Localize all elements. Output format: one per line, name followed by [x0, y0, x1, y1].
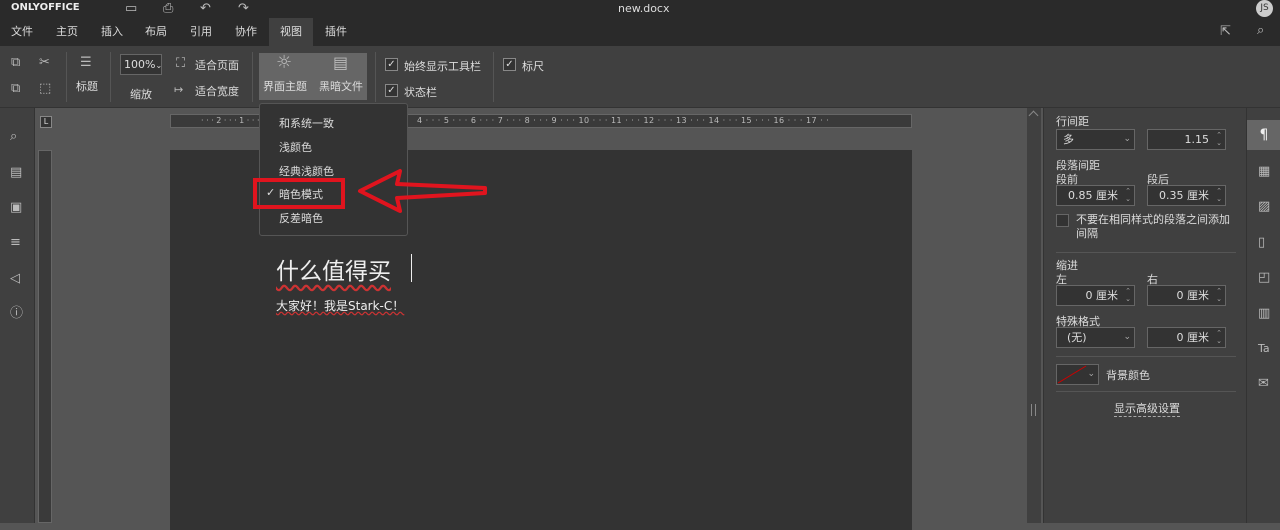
- ruler-label: 标尺: [522, 60, 544, 73]
- toolbar: ⧉ ✂ ⧉ ⬚ ☰ 标题 100%⌄ 缩放 ⛶ 适合页面 ↦ 适合宽度 ☼ 界面…: [0, 46, 1280, 108]
- fit-page-button[interactable]: 适合页面: [195, 57, 239, 73]
- search-icon[interactable]: ⌕: [1257, 24, 1264, 38]
- about-icon[interactable]: ⓘ: [10, 307, 23, 321]
- theme-button[interactable]: 界面主题: [263, 78, 307, 94]
- background-color-picker[interactable]: ⌄: [1056, 364, 1099, 385]
- image-icon[interactable]: ▨: [1258, 200, 1270, 214]
- always-toolbar-checkbox[interactable]: ✓: [385, 58, 398, 71]
- advanced-settings-link[interactable]: 显示高级设置: [1114, 400, 1180, 417]
- text-cursor: [411, 254, 412, 282]
- paragraph-settings-panel: 行间距 多 ⌄ 1.15 ⌃ ⌄ 段落间距 段前 段后 0.85 厘米 ⌃ ⌄ 0.35 …: [1043, 108, 1246, 523]
- zoom-select[interactable]: 100%⌄: [120, 54, 162, 75]
- tab-collaborate[interactable]: 协作: [224, 18, 268, 46]
- tab-view[interactable]: 视图: [269, 18, 313, 46]
- paragraph-icon[interactable]: ¶: [1247, 120, 1280, 150]
- mail-merge-icon[interactable]: ✉: [1258, 377, 1269, 391]
- statusbar-checkbox[interactable]: ✓: [385, 84, 398, 97]
- tab-home[interactable]: 主页: [45, 18, 89, 46]
- save-icon[interactable]: ▭: [125, 2, 137, 16]
- chart-icon[interactable]: ▥: [1258, 307, 1270, 321]
- tab-references[interactable]: 引用: [179, 18, 223, 46]
- table-icon[interactable]: ▦: [1258, 165, 1270, 179]
- chat-icon[interactable]: ▣: [10, 201, 22, 215]
- redo-icon[interactable]: ↷: [238, 2, 249, 16]
- right-icon-bar: ¶ ▦ ▨ ▯ ◰ ▥ Ta ✉: [1246, 108, 1280, 523]
- indent-right-input[interactable]: 0 厘米 ⌃ ⌄: [1147, 285, 1226, 306]
- copy-icon[interactable]: ⧉: [11, 56, 20, 70]
- line-spacing-label: 行间距: [1056, 115, 1089, 128]
- tab-stop-selector[interactable]: L: [40, 116, 52, 128]
- navigation-icon[interactable]: ≡: [10, 236, 21, 250]
- no-space-label: 不要在相同样式的段落之间添加间隔: [1076, 213, 1230, 240]
- line-spacing-value[interactable]: 1.15 ⌃ ⌄: [1147, 129, 1226, 150]
- menu-item-system[interactable]: 和系统一致: [279, 115, 334, 131]
- scroll-thumb[interactable]: [1031, 404, 1036, 416]
- tab-file[interactable]: 文件: [0, 18, 44, 46]
- document-title: new.docx: [618, 2, 670, 15]
- zoom-label: 缩放: [130, 88, 152, 101]
- spacing-after-input[interactable]: 0.35 厘米 ⌃ ⌄: [1147, 185, 1226, 206]
- always-toolbar-label: 始终显示工具栏: [404, 60, 481, 73]
- feedback-icon[interactable]: ◁: [10, 272, 20, 286]
- text-art-icon[interactable]: Ta: [1258, 342, 1270, 356]
- ruler-checkbox[interactable]: ✓: [503, 58, 516, 71]
- indent-left-input[interactable]: 0 厘米 ⌃ ⌄: [1056, 285, 1135, 306]
- fit-width-button[interactable]: 适合宽度: [195, 83, 239, 99]
- left-sidebar: ⌕ ▤ ▣ ≡ ◁ ⓘ: [0, 108, 35, 523]
- heading-button[interactable]: 标题: [76, 78, 98, 94]
- no-space-checkbox[interactable]: [1056, 214, 1069, 227]
- tab-insert[interactable]: 插入: [90, 18, 134, 46]
- dark-document-button[interactable]: 黑暗文件: [319, 78, 363, 94]
- arrow-annotation: [358, 169, 487, 213]
- header-footer-icon[interactable]: ▯: [1258, 236, 1265, 250]
- spacing-before-input[interactable]: 0.85 厘米 ⌃ ⌄: [1056, 185, 1135, 206]
- menu-item-light[interactable]: 浅颜色: [279, 139, 312, 155]
- print-icon[interactable]: ⎙: [163, 2, 173, 16]
- special-amount-input[interactable]: 0 厘米 ⌃ ⌄: [1147, 327, 1226, 348]
- comments-icon[interactable]: ▤: [10, 166, 22, 180]
- scroll-up-icon[interactable]: [1028, 110, 1039, 121]
- background-color-label: 背景颜色: [1106, 369, 1150, 382]
- fit-width-icon[interactable]: ↦: [174, 83, 183, 97]
- document-body[interactable]: 大家好！我是Stark-C！: [276, 297, 404, 314]
- app-logo: ONLYOFFICE: [11, 2, 80, 13]
- vertical-ruler[interactable]: [38, 150, 52, 523]
- paste-icon[interactable]: ⧉: [11, 82, 20, 96]
- tab-layout[interactable]: 布局: [134, 18, 178, 46]
- line-spacing-mode-select[interactable]: 多 ⌄: [1056, 129, 1135, 150]
- tab-plugins[interactable]: 插件: [314, 18, 358, 46]
- menu-item-contrast-dark[interactable]: 反差暗色: [279, 210, 323, 226]
- dark-document-icon: ▤: [333, 53, 349, 72]
- shape-icon[interactable]: ◰: [1258, 271, 1270, 285]
- special-format-select[interactable]: (无) ⌄: [1056, 327, 1135, 348]
- cut-icon[interactable]: ✂: [39, 56, 50, 70]
- select-all-icon[interactable]: ⬚: [39, 82, 51, 96]
- highlight-box: [253, 178, 345, 209]
- vertical-scrollbar[interactable]: [1027, 108, 1041, 523]
- title-bar: ONLYOFFICE ▭ ⎙ ↶ ↷ new.docx JS: [0, 0, 1280, 18]
- heading-icon[interactable]: ☰: [80, 56, 92, 70]
- sun-icon: ☼: [276, 52, 293, 73]
- user-avatar[interactable]: JS: [1256, 0, 1273, 17]
- fit-page-icon[interactable]: ⛶: [176, 57, 185, 71]
- menu-item-classic-light[interactable]: 经典浅颜色: [279, 163, 334, 179]
- undo-icon[interactable]: ↶: [200, 2, 211, 16]
- open-location-icon[interactable]: ⇱: [1220, 25, 1231, 39]
- document-heading[interactable]: 什么值得买: [276, 252, 391, 286]
- search-icon[interactable]: ⌕: [10, 130, 17, 144]
- statusbar-label: 状态栏: [404, 86, 437, 99]
- menu-tabs: 文件 主页 插入 布局 引用 协作 视图 插件 ⇱ ⌕: [0, 18, 1280, 46]
